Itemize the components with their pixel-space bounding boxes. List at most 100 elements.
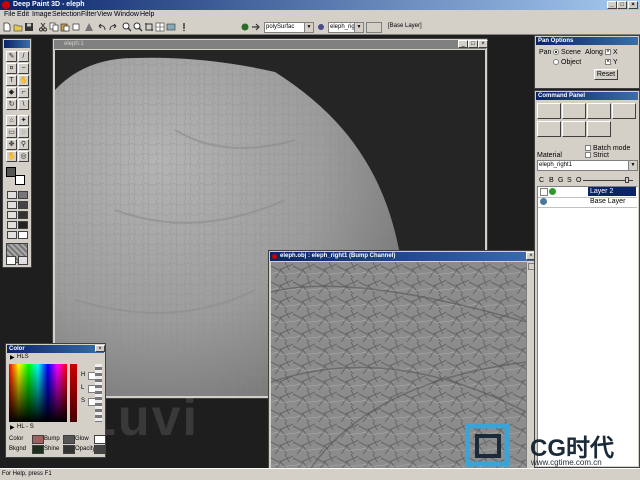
object-radio[interactable] [553, 59, 559, 65]
cut-icon[interactable] [38, 22, 48, 32]
wand-icon[interactable]: ✦ [18, 115, 29, 126]
new-file-icon[interactable] [2, 22, 12, 32]
layer-visible-icon[interactable] [549, 188, 556, 195]
background-color-swatch[interactable] [15, 175, 25, 185]
menu-image[interactable]: Image [32, 10, 51, 20]
layer-options-button[interactable] [366, 22, 382, 33]
paths-icon[interactable] [562, 121, 586, 137]
y-checkbox[interactable]: × [605, 59, 611, 65]
paint-tool-icon[interactable] [537, 103, 561, 119]
channel-color-chip[interactable] [7, 191, 17, 199]
save-icon[interactable] [24, 22, 34, 32]
globe-icon[interactable] [587, 121, 611, 137]
shine-swatch[interactable] [63, 445, 75, 454]
channel-shine-chip[interactable] [7, 221, 17, 229]
surface-select[interactable]: polySurfac ▼ [264, 22, 314, 33]
bkgnd-swatch[interactable] [32, 445, 44, 454]
sharpen-icon[interactable] [84, 22, 94, 32]
layer-color-toggle[interactable] [540, 188, 548, 196]
opacity-slider-thumb[interactable] [625, 177, 629, 183]
saturation-strip[interactable] [70, 364, 77, 422]
hue-lightness-field[interactable] [9, 364, 67, 422]
text-icon[interactable]: T [6, 75, 17, 86]
opacity-swatch[interactable] [94, 445, 106, 454]
undo-icon[interactable] [97, 22, 107, 32]
grid-icon[interactable] [155, 22, 165, 32]
bump-swatch[interactable] [63, 435, 75, 444]
color-mode-arrow-icon[interactable]: ▶ [10, 354, 15, 361]
glow-swatch[interactable] [94, 435, 106, 444]
channel-glow-chip[interactable] [7, 211, 17, 219]
clone-icon[interactable]: ⌂ [6, 115, 17, 126]
sphere-view-icon[interactable] [240, 22, 250, 32]
material-label: Material [537, 152, 562, 159]
scene-radio[interactable] [553, 49, 559, 55]
projection-icon[interactable] [612, 103, 636, 119]
color-window-titlebar: Color [7, 345, 104, 353]
strict-checkbox[interactable] [585, 152, 591, 158]
layer-row[interactable]: Base Layer [538, 197, 637, 208]
menu-help[interactable]: Help [140, 10, 154, 20]
menu-filter[interactable]: Filter [81, 10, 97, 20]
picker-mode-label: HL - S [17, 424, 34, 430]
opacity-strip[interactable] [95, 364, 102, 422]
pan-icon[interactable]: ✋ [6, 151, 17, 162]
brush-settings-icon[interactable] [562, 103, 586, 119]
menu-selection[interactable]: Selection [52, 10, 81, 20]
main-close-button[interactable]: × [478, 40, 488, 48]
zoom-out-icon[interactable] [133, 22, 143, 32]
select-rect-icon[interactable]: ▭ [6, 127, 17, 138]
x-checkbox[interactable]: × [605, 49, 611, 55]
material-select[interactable]: eleph_right1 ▼ [537, 160, 638, 171]
zoom-in-icon[interactable] [122, 22, 132, 32]
layers-icon[interactable] [537, 121, 561, 137]
color-close-button[interactable]: × [95, 345, 105, 352]
shine-row-label: Shine [44, 446, 60, 452]
paper-tile-white[interactable] [6, 256, 16, 265]
rotate-icon[interactable]: ↻ [6, 99, 17, 110]
main-minimize-button[interactable]: _ [458, 40, 468, 48]
menu-file[interactable]: File [4, 10, 15, 20]
strict-label: Strict [593, 152, 609, 159]
app-icon [2, 1, 10, 9]
clear-icon[interactable] [71, 22, 81, 32]
layer-visible-icon[interactable] [540, 198, 547, 205]
paper-tile-gray[interactable] [18, 256, 28, 265]
bump-window-title: eleph.obj : eleph_right1 (Bump Channel) [280, 253, 396, 259]
smudge-icon[interactable]: ~ [18, 63, 29, 74]
batch-mode-checkbox[interactable] [585, 145, 591, 151]
color-swatch[interactable] [32, 435, 44, 444]
redo-icon[interactable] [108, 22, 118, 32]
channel-bump-chip[interactable] [7, 201, 17, 209]
hand-icon[interactable]: ✋ [18, 75, 29, 86]
open-folder-icon[interactable] [13, 22, 23, 32]
reset-button[interactable]: Reset [594, 69, 618, 80]
crop-icon[interactable] [144, 22, 154, 32]
pencil-icon[interactable]: / [18, 51, 29, 62]
object-select[interactable]: eleph_righ ▼ [328, 22, 364, 33]
menu-window[interactable]: Window [114, 10, 139, 20]
eyedropper-icon[interactable]: ⌐ [18, 87, 29, 98]
channel-opacity-chip[interactable] [7, 231, 17, 239]
sphere-material-icon[interactable] [587, 103, 611, 119]
zoom-icon[interactable]: ⚲ [18, 139, 29, 150]
menu-view[interactable]: View [97, 10, 112, 20]
lasso-icon[interactable]: ◌ [18, 127, 29, 138]
picker-mode-arrow-icon[interactable]: ▶ [10, 424, 15, 431]
airbrush-icon[interactable]: ¤ [6, 63, 17, 74]
minimize-button[interactable]: _ [607, 1, 617, 9]
move-icon[interactable]: ✥ [6, 139, 17, 150]
main-maximize-button[interactable]: □ [468, 40, 478, 48]
fill-icon[interactable]: ◆ [6, 87, 17, 98]
close-button[interactable]: × [628, 1, 638, 9]
paste-icon[interactable] [60, 22, 70, 32]
help-icon[interactable] [179, 22, 189, 32]
copy-icon[interactable] [49, 22, 59, 32]
menu-edit[interactable]: Edit [17, 10, 29, 20]
arrow-right-icon[interactable] [251, 22, 261, 32]
screen-icon[interactable] [166, 22, 176, 32]
line-icon[interactable]: \ [18, 99, 29, 110]
orbit-icon[interactable]: ◎ [18, 151, 29, 162]
maximize-button[interactable]: □ [617, 1, 627, 9]
brush-icon[interactable]: ✎ [6, 51, 17, 62]
